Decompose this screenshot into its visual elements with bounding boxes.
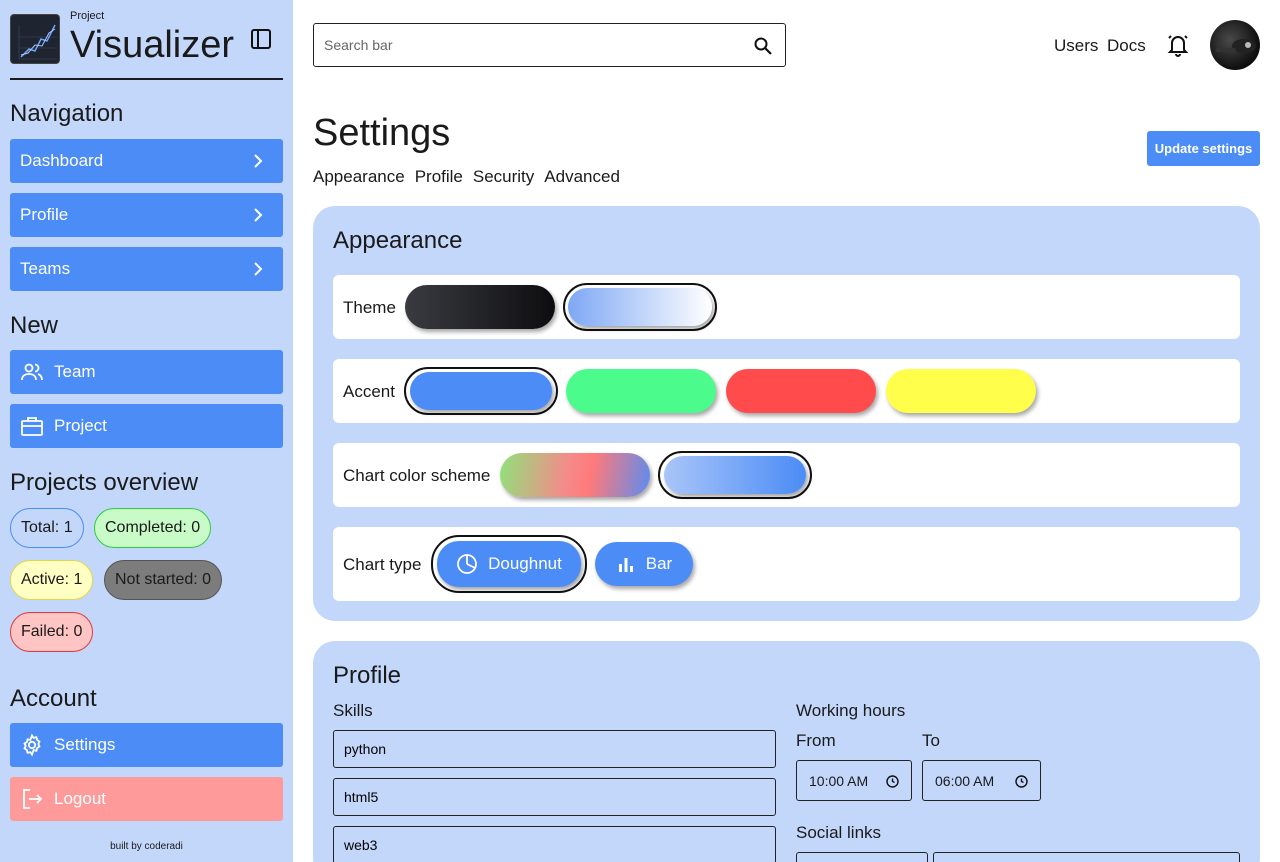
from-label: From — [796, 731, 836, 750]
completed-badge: Completed: 0 — [94, 508, 212, 548]
update-settings-button[interactable]: Update settings — [1147, 131, 1260, 166]
navigation-title: Navigation — [10, 100, 124, 127]
accent-yellow-swatch[interactable] — [886, 369, 1036, 413]
from-time-value: 10:00 AM — [809, 772, 869, 789]
chevron-right-icon — [254, 208, 263, 222]
sidebar-item-profile[interactable]: Profile — [10, 193, 283, 237]
tab-appearance[interactable]: Appearance — [313, 167, 405, 187]
sidebar-item-dashboard[interactable]: Dashboard — [10, 139, 283, 183]
tab-advanced[interactable]: Advanced — [544, 167, 620, 187]
from-time-input[interactable]: 10:00 AM — [796, 760, 912, 801]
chart-type-label: Chart type — [343, 555, 422, 574]
clock-icon — [1015, 775, 1028, 788]
sidebar-item-label: Dashboard — [20, 151, 104, 170]
briefcase-icon — [20, 414, 44, 438]
accent-label: Accent — [343, 382, 395, 401]
profile-card: Profile Skills Working hours From To 10:… — [313, 641, 1260, 862]
gear-icon — [20, 733, 44, 757]
chart-type-row: Chart type Doughnut Bar — [333, 527, 1240, 601]
total-badge: Total: 1 — [10, 508, 84, 548]
account-title: Account — [10, 685, 97, 712]
search-input[interactable] — [324, 34, 744, 56]
theme-row: Theme — [333, 275, 1240, 339]
skill-input[interactable] — [333, 730, 776, 768]
projects-overview-title: Projects overview — [10, 469, 199, 496]
bar-label: Bar — [645, 554, 673, 573]
new-title: New — [10, 312, 59, 339]
to-label: To — [922, 731, 940, 750]
appearance-title: Appearance — [333, 227, 463, 254]
new-team-label: Team — [54, 362, 96, 381]
app-logo — [10, 14, 60, 64]
accent-green-swatch[interactable] — [566, 369, 716, 413]
appearance-card: Appearance Theme Accent Chart color sche… — [313, 206, 1260, 621]
brand: Project Visualizer — [10, 10, 283, 80]
accent-blue-swatch[interactable] — [410, 372, 552, 410]
logout-icon — [20, 787, 44, 811]
docs-link[interactable]: Docs — [1107, 36, 1146, 56]
chart-scheme-blue-swatch[interactable] — [664, 456, 806, 494]
settings-label: Settings — [54, 735, 116, 754]
bell-icon[interactable] — [1166, 32, 1190, 58]
social-link-input[interactable] — [933, 852, 1240, 862]
doughnut-label: Doughnut — [488, 554, 562, 573]
theme-dark-swatch[interactable] — [405, 285, 555, 329]
new-team-button[interactable]: Team — [10, 350, 283, 394]
search-icon[interactable] — [753, 36, 773, 56]
chart-scheme-row: Chart color scheme — [333, 443, 1240, 507]
logout-label: Logout — [54, 789, 106, 808]
to-time-input[interactable]: 06:00 AM — [922, 760, 1041, 801]
sidebar-item-label: Teams — [20, 259, 71, 278]
chevron-right-icon — [254, 154, 263, 168]
social-platform-select[interactable] — [796, 852, 928, 862]
skills-label: Skills — [333, 701, 373, 720]
brand-subtitle: Project — [70, 10, 105, 22]
theme-light-swatch[interactable] — [568, 288, 712, 326]
failed-badge: Failed: 0 — [10, 612, 94, 652]
brand-title: Visualizer — [70, 24, 235, 66]
theme-label: Theme — [343, 298, 396, 317]
profile-title: Profile — [333, 662, 402, 689]
logout-button[interactable]: Logout — [10, 777, 283, 821]
not-started-badge: Not started: 0 — [104, 560, 223, 600]
new-project-button[interactable]: Project — [10, 404, 283, 448]
chart-scheme-multicolor-swatch[interactable] — [500, 453, 650, 497]
skill-input[interactable] — [333, 778, 776, 816]
chevron-right-icon — [254, 262, 263, 276]
active-badge: Active: 1 — [10, 560, 94, 600]
skill-input[interactable] — [333, 826, 776, 862]
sidebar-item-label: Profile — [20, 205, 69, 224]
doughnut-chart-icon — [457, 554, 478, 574]
sidebar: Project Visualizer Navigation Dashboard … — [0, 0, 293, 862]
chart-type-bar-button[interactable]: Bar — [595, 542, 693, 586]
social-links-label: Social links — [796, 823, 882, 842]
chart-type-doughnut-button[interactable]: Doughnut — [437, 541, 581, 587]
bar-chart-icon — [618, 558, 633, 572]
chart-scheme-label: Chart color scheme — [343, 466, 491, 485]
sidebar-item-teams[interactable]: Teams — [10, 247, 283, 291]
avatar[interactable] — [1210, 20, 1260, 70]
working-hours-label: Working hours — [796, 701, 906, 720]
to-time-value: 06:00 AM — [935, 772, 995, 789]
search-bar — [313, 23, 786, 67]
built-by-text: built by coderadi — [110, 841, 183, 852]
sidebar-toggle-icon[interactable] — [250, 28, 272, 50]
settings-button[interactable]: Settings — [10, 723, 283, 767]
accent-row: Accent — [333, 359, 1240, 423]
accent-red-swatch[interactable] — [726, 369, 876, 413]
tab-profile[interactable]: Profile — [415, 167, 463, 187]
tab-security[interactable]: Security — [473, 167, 534, 187]
settings-tabs: Appearance Profile Security Advanced — [313, 167, 620, 187]
clock-icon — [886, 775, 899, 788]
users-link[interactable]: Users — [1054, 36, 1098, 56]
new-project-label: Project — [54, 416, 107, 435]
users-icon — [20, 360, 44, 384]
page-title: Settings — [313, 112, 451, 154]
